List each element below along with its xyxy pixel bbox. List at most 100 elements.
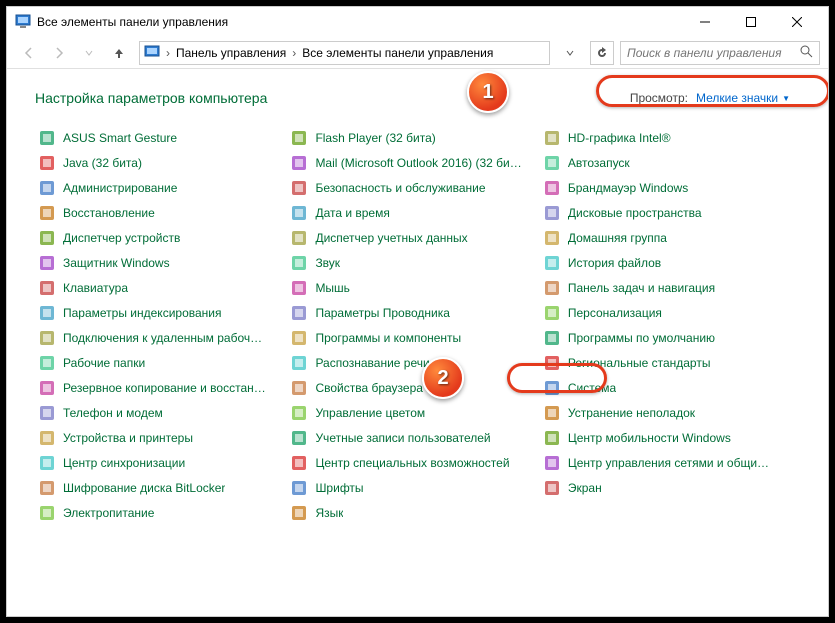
control-panel-item[interactable]: Программы по умолчанию (540, 325, 792, 350)
control-panel-item[interactable]: Панель задач и навигация (540, 275, 792, 300)
control-panel-item[interactable]: Мышь (287, 275, 539, 300)
applet-icon (291, 355, 307, 371)
item-label: Брандмауэр Windows (568, 181, 688, 195)
applet-icon (544, 205, 560, 221)
close-button[interactable] (774, 7, 820, 37)
control-panel-item[interactable]: Автозапуск (540, 150, 792, 175)
control-panel-window: Все элементы панели управления › Панель … (6, 6, 829, 617)
minimize-button[interactable] (682, 7, 728, 37)
item-label: Программы и компоненты (315, 331, 461, 345)
control-panel-item[interactable]: Администрирование (35, 175, 287, 200)
item-label: Программы по умолчанию (568, 331, 715, 345)
chevron-down-icon[interactable]: ▼ (782, 94, 790, 103)
control-panel-item[interactable]: Центр управления сетями и общи… (540, 450, 792, 475)
search-input[interactable] (627, 46, 799, 60)
control-panel-item[interactable]: Распознавание речи (287, 350, 539, 375)
applet-icon (39, 205, 55, 221)
control-panel-item[interactable]: Резервное копирование и восстан… (35, 375, 287, 400)
control-panel-item[interactable]: Защитник Windows (35, 250, 287, 275)
control-panel-item[interactable]: Учетные записи пользователей (287, 425, 539, 450)
maximize-button[interactable] (728, 7, 774, 37)
window-title: Все элементы панели управления (37, 15, 682, 29)
search-box[interactable] (620, 41, 820, 65)
control-panel-item[interactable]: История файлов (540, 250, 792, 275)
control-panel-item[interactable]: Устранение неполадок (540, 400, 792, 425)
control-panel-item[interactable]: Рабочие папки (35, 350, 287, 375)
chevron-right-icon[interactable]: › (164, 46, 172, 60)
applet-icon (291, 455, 307, 471)
control-panel-item[interactable]: Параметры Проводника (287, 300, 539, 325)
recent-dropdown[interactable] (75, 39, 103, 67)
item-label: Свойства браузера (315, 381, 423, 395)
titlebar: Все элементы панели управления (7, 7, 828, 37)
control-panel-item[interactable]: Домашняя группа (540, 225, 792, 250)
applet-icon (544, 330, 560, 346)
control-panel-item[interactable]: Брандмауэр Windows (540, 175, 792, 200)
window-controls (682, 7, 820, 37)
control-panel-item[interactable]: Язык (287, 500, 539, 525)
control-panel-item[interactable]: Безопасность и обслуживание (287, 175, 539, 200)
control-panel-item[interactable]: Региональные стандарты (540, 350, 792, 375)
control-panel-item[interactable]: Экран (540, 475, 792, 500)
control-panel-item[interactable]: Дата и время (287, 200, 539, 225)
applet-icon (544, 130, 560, 146)
back-button[interactable] (15, 39, 43, 67)
breadcrumb-root[interactable]: Панель управления (172, 46, 290, 60)
control-panel-item[interactable]: ASUS Smart Gesture (35, 125, 287, 150)
content-area: Настройка параметров компьютера Просмотр… (7, 69, 828, 616)
item-label: Центр синхронизации (63, 456, 185, 470)
control-panel-item[interactable]: Дисковые пространства (540, 200, 792, 225)
control-panel-item[interactable]: Электропитание (35, 500, 287, 525)
control-panel-item[interactable]: Центр специальных возможностей (287, 450, 539, 475)
applet-icon (39, 305, 55, 321)
applet-icon (544, 480, 560, 496)
control-panel-item[interactable]: HD-графика Intel® (540, 125, 792, 150)
control-panel-item[interactable]: Персонализация (540, 300, 792, 325)
item-label: Учетные записи пользователей (315, 431, 490, 445)
control-panel-item[interactable]: Диспетчер устройств (35, 225, 287, 250)
address-dropdown[interactable] (556, 39, 584, 67)
control-panel-item[interactable]: Центр синхронизации (35, 450, 287, 475)
control-panel-item[interactable]: Mail (Microsoft Outlook 2016) (32 би… (287, 150, 539, 175)
control-panel-item[interactable]: Шрифты (287, 475, 539, 500)
control-panel-item[interactable]: Диспетчер учетных данных (287, 225, 539, 250)
control-panel-item[interactable]: Подключения к удаленным рабоч… (35, 325, 287, 350)
item-label: Телефон и модем (63, 406, 163, 420)
view-selector[interactable]: Просмотр: Мелкие значки ▼ (620, 87, 800, 109)
item-label: HD-графика Intel® (568, 131, 671, 145)
control-panel-item[interactable]: Клавиатура (35, 275, 287, 300)
control-panel-item[interactable]: Звук (287, 250, 539, 275)
view-value[interactable]: Мелкие значки (696, 91, 778, 105)
applet-icon (544, 355, 560, 371)
control-panel-item[interactable]: Свойства браузера (287, 375, 539, 400)
applet-icon (39, 280, 55, 296)
control-panel-item[interactable]: Телефон и модем (35, 400, 287, 425)
control-panel-item[interactable]: Flash Player (32 бита) (287, 125, 539, 150)
annotation-badge-2: 2 (422, 357, 464, 399)
control-panel-icon (144, 45, 160, 61)
control-panel-item[interactable]: Параметры индексирования (35, 300, 287, 325)
applet-icon (39, 355, 55, 371)
control-panel-item[interactable]: Шифрование диска BitLocker (35, 475, 287, 500)
control-panel-item[interactable]: Программы и компоненты (287, 325, 539, 350)
control-panel-item[interactable]: Java (32 бита) (35, 150, 287, 175)
search-icon[interactable] (799, 44, 813, 61)
control-panel-item[interactable]: Центр мобильности Windows (540, 425, 792, 450)
item-label: Центр управления сетями и общи… (568, 456, 769, 470)
forward-button[interactable] (45, 39, 73, 67)
item-label: Управление цветом (315, 406, 425, 420)
control-panel-item[interactable]: Управление цветом (287, 400, 539, 425)
item-label: Домашняя группа (568, 231, 667, 245)
item-label: Дисковые пространства (568, 206, 702, 220)
refresh-button[interactable] (590, 41, 614, 65)
control-panel-item[interactable]: Восстановление (35, 200, 287, 225)
control-panel-item[interactable]: Система (540, 375, 792, 400)
item-label: Mail (Microsoft Outlook 2016) (32 би… (315, 156, 521, 170)
up-button[interactable] (105, 39, 133, 67)
applet-icon (544, 455, 560, 471)
control-panel-item[interactable]: Устройства и принтеры (35, 425, 287, 450)
chevron-right-icon[interactable]: › (290, 46, 298, 60)
breadcrumb-current[interactable]: Все элементы панели управления (298, 46, 497, 60)
address-bar[interactable]: › Панель управления › Все элементы панел… (139, 41, 550, 65)
applet-icon (291, 405, 307, 421)
